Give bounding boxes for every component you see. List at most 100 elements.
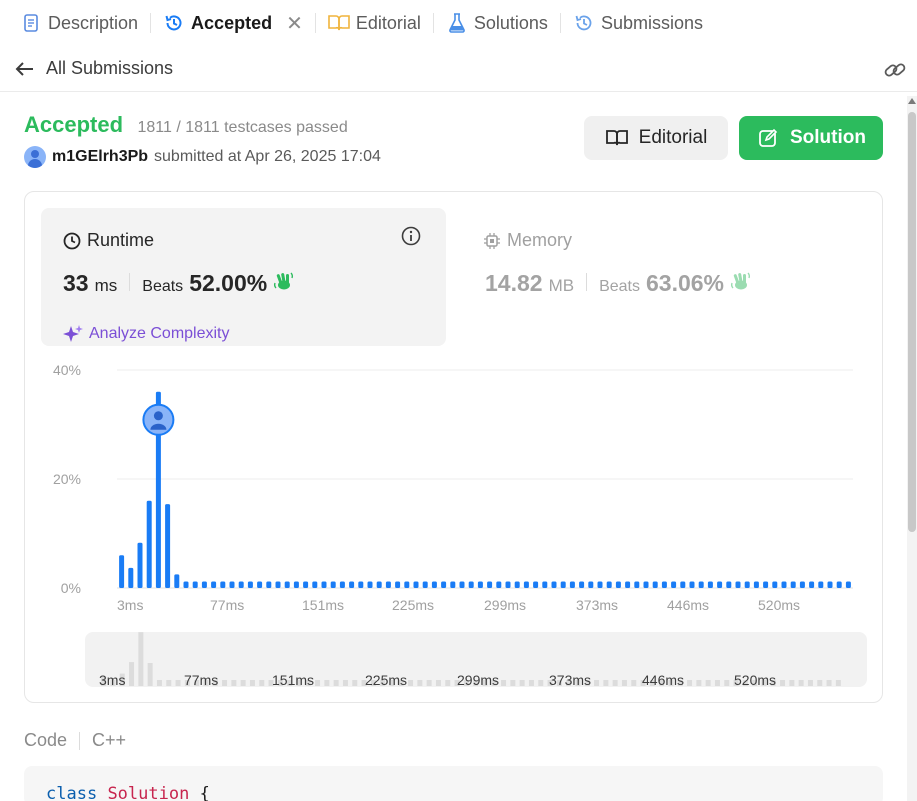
chart-bar <box>698 581 704 588</box>
mini-chart-bar <box>333 680 339 686</box>
mini-x-tick-label: 373ms <box>549 672 591 687</box>
mini-chart-bar <box>324 680 330 686</box>
tab-editorial[interactable]: Editorial <box>326 0 433 46</box>
mini-chart-bar <box>528 680 534 686</box>
chart-bar <box>146 500 152 588</box>
mini-chart-bar <box>817 680 823 686</box>
chart-bar <box>128 567 134 588</box>
mini-chart-bar <box>714 680 720 686</box>
chart-bar <box>321 581 327 588</box>
chart-bar <box>818 581 824 588</box>
status-accepted: Accepted <box>24 112 124 137</box>
tab-accepted[interactable]: Accepted ✕ <box>161 0 315 46</box>
runtime-panel[interactable]: Runtime 33 ms Beats 52.00% Analyze Compl… <box>41 208 446 346</box>
chart-bar <box>367 581 373 588</box>
chart-bar <box>413 581 419 588</box>
mini-chart-bar <box>240 680 246 686</box>
chart-bar <box>781 581 787 588</box>
chart-bar <box>174 574 180 588</box>
memory-title: Memory <box>483 230 572 251</box>
chart-bar <box>615 581 621 588</box>
chart-bar <box>753 581 759 588</box>
tab-label: Solutions <box>473 12 548 33</box>
chart-bar <box>496 581 502 588</box>
link-icon[interactable] <box>883 58 907 82</box>
tab-divider <box>559 13 561 33</box>
history-icon <box>573 12 595 34</box>
chart-bar <box>661 581 667 588</box>
mini-chart-bar <box>798 680 804 686</box>
chart-bar <box>542 581 548 588</box>
avatar[interactable] <box>24 146 46 168</box>
mini-chart-bar <box>175 680 181 686</box>
runtime-distribution-chart[interactable]: 40% 20% 0% 3ms 77ms 151ms 225ms 299ms 373ms 446ms… <box>25 352 884 622</box>
y-tick-label: 20% <box>53 471 81 487</box>
language-label: C++ <box>92 730 127 750</box>
memory-panel[interactable]: Memory 14.82 MB Beats 63.06% <box>465 208 865 346</box>
scrollbar-thumb[interactable] <box>908 112 916 532</box>
chart-bar <box>634 581 640 588</box>
mini-x-tick-label: 520ms <box>734 672 776 687</box>
info-icon[interactable] <box>401 226 421 246</box>
solution-button[interactable]: Solution <box>739 116 883 160</box>
mini-chart-bar <box>826 680 832 686</box>
mini-chart-bar <box>156 680 162 686</box>
y-tick-label: 40% <box>53 362 81 378</box>
chart-bar <box>625 581 631 588</box>
performance-card: Runtime 33 ms Beats 52.00% Analyze Compl… <box>24 191 883 703</box>
chart-range-selector[interactable]: 3ms 77ms 151ms 225ms 299ms 373ms 446ms 520ms <box>85 632 867 688</box>
tab-bar: Description Accepted ✕ Editorial Solutio… <box>0 0 917 46</box>
code-block[interactable]: class Solution { <box>24 766 883 801</box>
mini-chart-bar <box>259 680 265 686</box>
editorial-button[interactable]: Editorial <box>584 116 728 160</box>
mini-chart-bar <box>501 680 507 686</box>
chart-bar <box>487 581 493 588</box>
chart-bar <box>330 581 336 588</box>
arrow-left-icon[interactable] <box>14 58 36 80</box>
chart-bar <box>533 581 539 588</box>
analyze-complexity-link[interactable]: Analyze Complexity <box>63 324 230 344</box>
book-icon <box>605 126 629 150</box>
memory-beats-value: 63.06% <box>645 270 724 296</box>
beats-label: Beats <box>142 278 184 295</box>
mini-chart-bar <box>315 680 321 686</box>
chart-bar <box>349 581 355 588</box>
tab-solutions[interactable]: Solutions <box>444 0 560 46</box>
chart-bar <box>643 581 649 588</box>
code-label: Code <box>24 730 68 750</box>
tab-submissions[interactable]: Submissions <box>571 0 715 46</box>
mini-chart-bar <box>789 680 795 686</box>
chart-bar <box>266 581 272 588</box>
clock-icon <box>63 232 81 250</box>
runtime-title-label: Runtime <box>87 230 155 250</box>
mini-distribution-chart[interactable]: 3ms 77ms 151ms 225ms 299ms 373ms 446ms 520ms <box>85 632 867 688</box>
mini-chart-bar <box>519 680 525 686</box>
mini-chart-bar <box>138 632 144 686</box>
tab-description[interactable]: Description <box>18 0 150 46</box>
x-tick-label: 77ms <box>210 597 244 613</box>
code-class-name: Solution <box>107 784 190 801</box>
divider <box>586 273 588 291</box>
username-link[interactable]: m1GElrh3Pb <box>52 148 148 166</box>
chart-bar <box>588 581 594 588</box>
x-tick-label: 520ms <box>758 597 800 613</box>
memory-title-label: Memory <box>507 230 573 250</box>
all-submissions-link[interactable]: All Submissions <box>46 58 173 79</box>
scroll-up-icon[interactable] <box>908 98 916 104</box>
mini-chart-bar <box>621 680 627 686</box>
code-keyword: class <box>46 784 98 801</box>
mini-x-tick-label: 77ms <box>184 672 218 687</box>
tab-divider <box>150 13 152 33</box>
close-icon[interactable]: ✕ <box>286 11 303 36</box>
vertical-scrollbar[interactable] <box>907 96 917 801</box>
code-header: Code C++ <box>24 730 126 751</box>
chart-bar <box>836 581 842 588</box>
mini-chart-bar <box>705 680 711 686</box>
tab-label: Accepted <box>191 12 273 33</box>
chart-bar <box>312 581 318 588</box>
chart-bar <box>799 581 805 588</box>
tab-label: Description <box>48 12 139 33</box>
mini-chart-bar <box>435 680 441 686</box>
mini-chart-bar <box>612 680 618 686</box>
mini-chart-bar <box>445 680 451 686</box>
